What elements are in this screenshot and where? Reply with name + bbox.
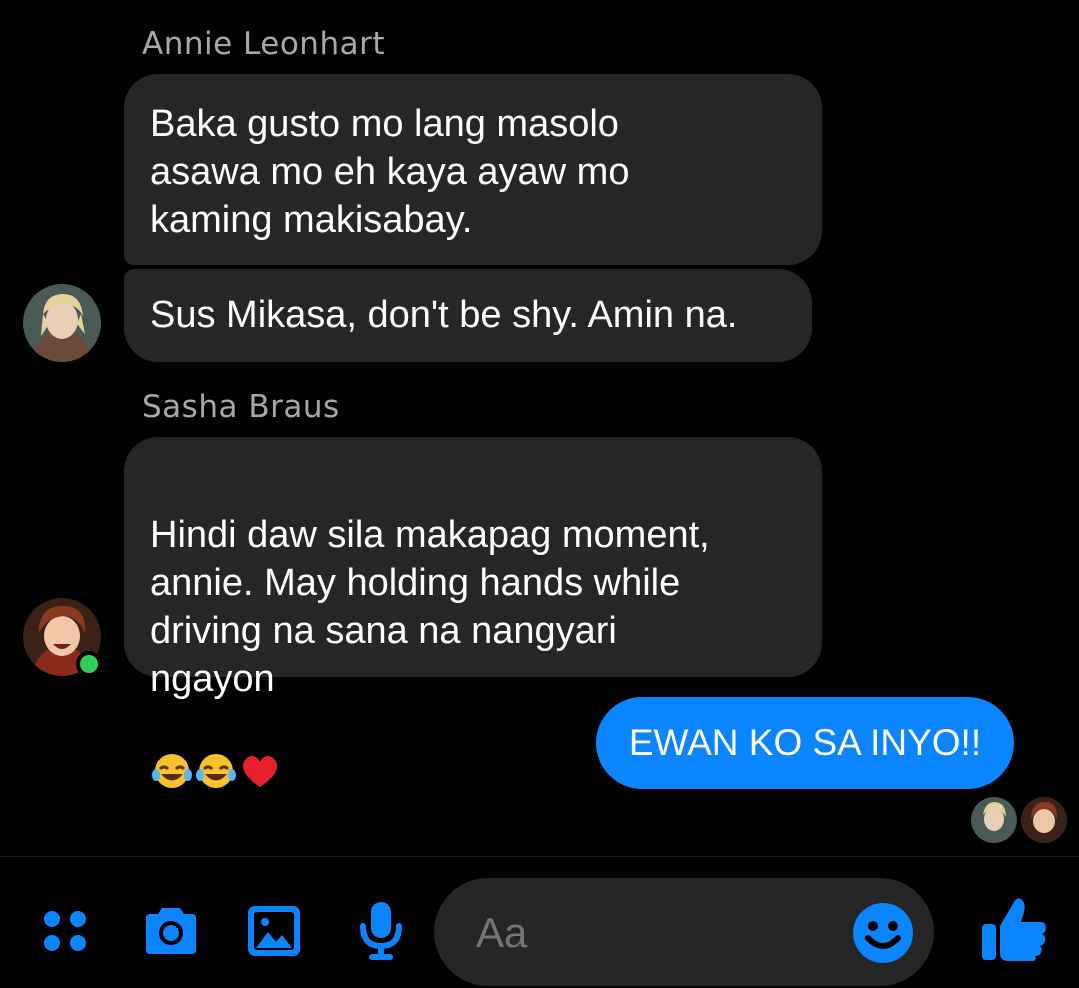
message-bubble[interactable]: Sus Mikasa, don't be shy. Amin na. bbox=[124, 269, 812, 362]
message-bubble[interactable]: Baka gusto mo lang masolo asawa mo eh ka… bbox=[124, 74, 822, 265]
seen-avatar-sasha bbox=[1021, 797, 1067, 843]
message-text: Hindi daw sila makapag moment, annie. Ma… bbox=[150, 514, 710, 700]
seen-avatar-annie bbox=[971, 797, 1017, 843]
laughing-emoji-icon bbox=[194, 703, 238, 803]
gallery-icon[interactable] bbox=[244, 902, 304, 965]
emoji-icon[interactable] bbox=[852, 902, 914, 969]
message-composer[interactable] bbox=[434, 878, 934, 988]
camera-icon[interactable] bbox=[140, 902, 202, 965]
sender-name-annie: Annie Leonhart bbox=[142, 26, 385, 62]
more-actions-icon[interactable] bbox=[40, 906, 92, 963]
composer-divider bbox=[0, 856, 1079, 857]
message-bubble[interactable]: Hindi daw sila makapag moment, annie. Ma… bbox=[124, 437, 822, 788]
heart-emoji-icon bbox=[238, 703, 282, 803]
laughing-emoji-icon bbox=[150, 703, 194, 803]
message-input[interactable] bbox=[474, 878, 858, 988]
sender-name-sasha: Sasha Braus bbox=[142, 389, 340, 425]
online-status-indicator bbox=[76, 651, 102, 677]
thumbs-up-icon[interactable] bbox=[978, 892, 1050, 969]
microphone-icon[interactable] bbox=[356, 898, 406, 967]
avatar-annie[interactable] bbox=[23, 284, 101, 362]
outgoing-message-bubble[interactable]: EWAN KO SA INYO!! bbox=[596, 697, 1014, 789]
avatar-annie-image bbox=[23, 284, 101, 362]
